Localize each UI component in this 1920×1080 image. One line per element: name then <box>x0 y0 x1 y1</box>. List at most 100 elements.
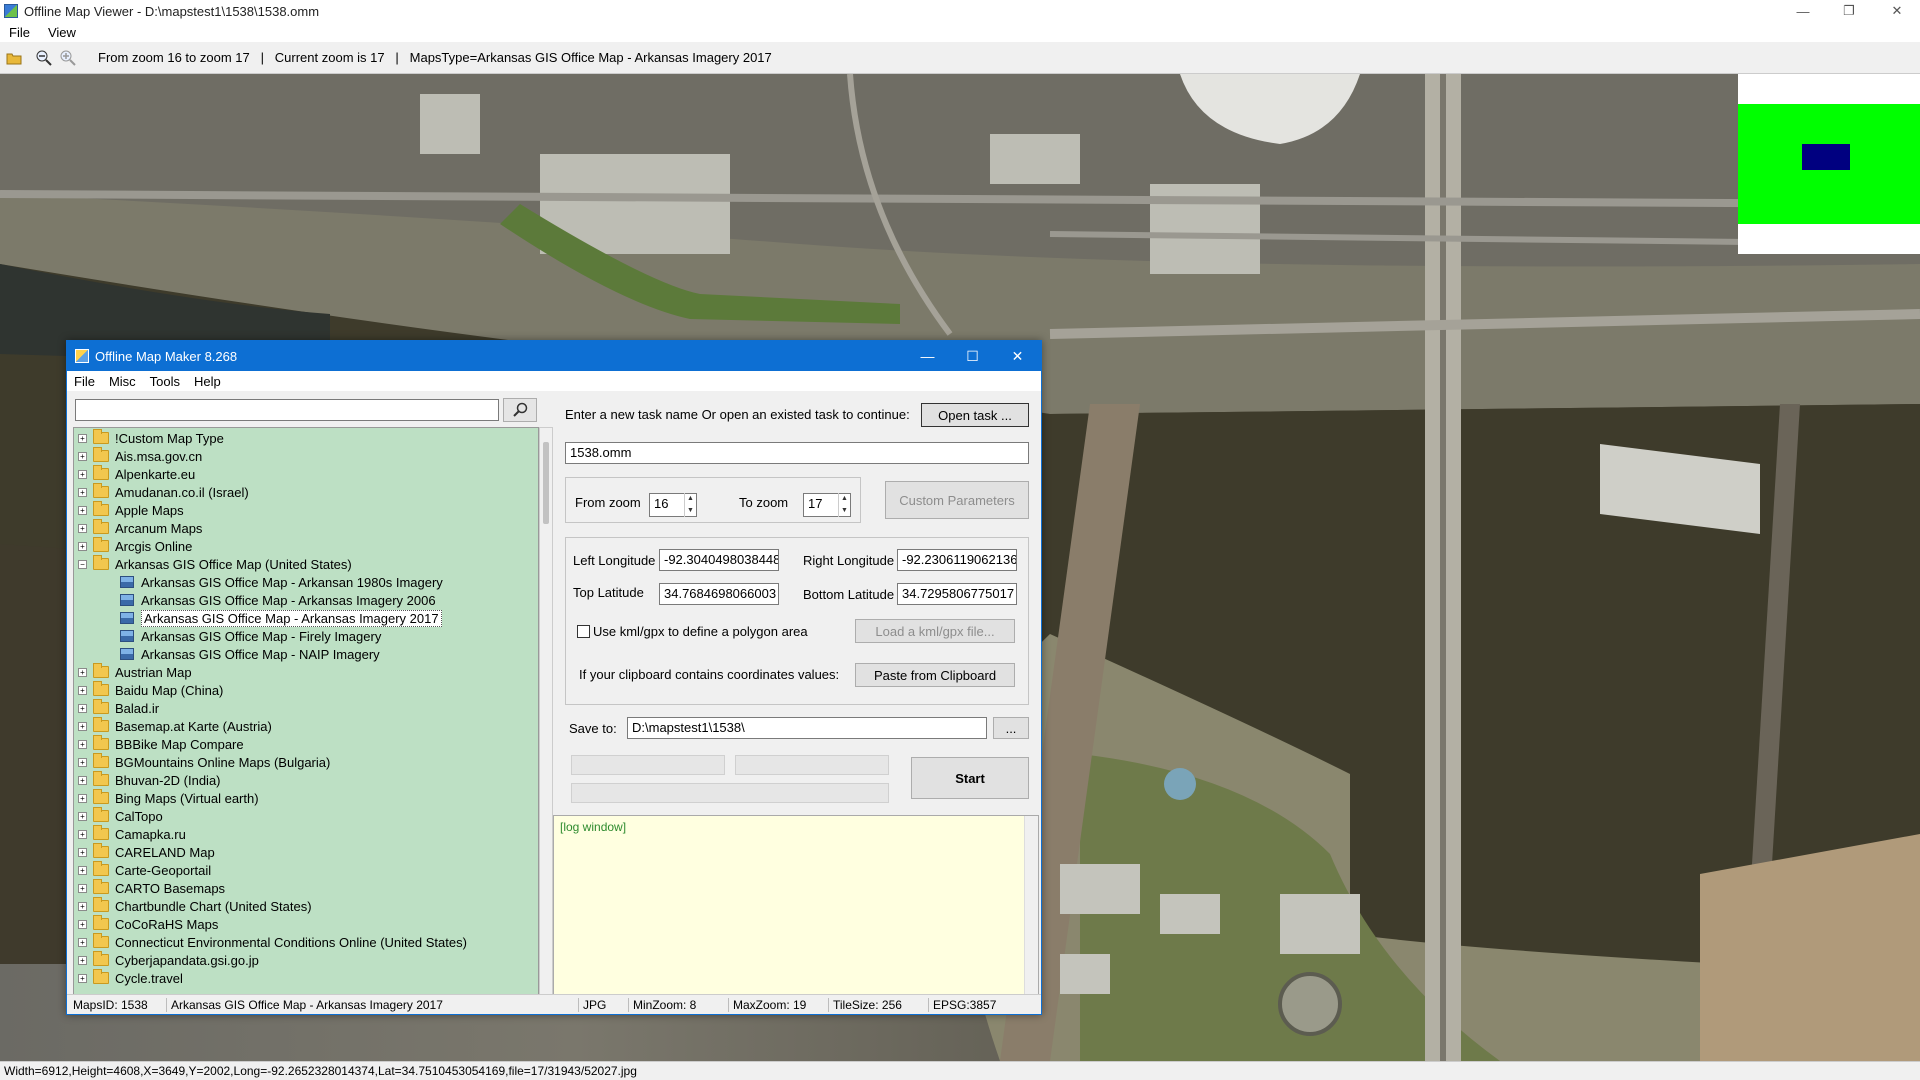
expand-icon[interactable]: + <box>78 487 87 497</box>
expand-icon[interactable]: + <box>78 505 87 515</box>
tree-folder-item[interactable]: + BBBike Map Compare <box>74 735 244 753</box>
expand-icon[interactable]: + <box>78 847 87 857</box>
top-latitude-input[interactable]: 34.7684698066003 <box>659 583 779 605</box>
expand-icon[interactable]: + <box>78 739 87 749</box>
tree-child-item[interactable]: Arkansas GIS Office Map - Arkansas Image… <box>120 591 436 609</box>
expand-icon[interactable]: + <box>78 883 87 893</box>
tree-folder-item[interactable]: + CalTopo <box>74 807 163 825</box>
tree-folder-item[interactable]: + CARTO Basemaps <box>74 879 225 897</box>
tree-folder-item[interactable]: + Connecticut Environmental Conditions On… <box>74 933 467 951</box>
expand-icon[interactable]: + <box>78 469 87 479</box>
dialog-menu-misc[interactable]: Misc <box>102 374 143 389</box>
dialog-close-button[interactable]: ✕ <box>995 341 1040 371</box>
tree-folder-item[interactable]: + Austrian Map <box>74 663 192 681</box>
tree-item-label: CoCoRaHS Maps <box>115 916 219 932</box>
minimize-button[interactable]: — <box>1780 0 1826 22</box>
menu-file[interactable]: File <box>0 25 39 40</box>
log-window[interactable]: [log window] <box>553 815 1039 1005</box>
search-button[interactable] <box>503 398 537 422</box>
collapse-icon[interactable]: − <box>78 559 87 569</box>
expand-icon[interactable]: + <box>78 901 87 911</box>
expand-icon[interactable]: + <box>78 973 87 983</box>
tree-folder-item[interactable]: + BGMountains Online Maps (Bulgaria) <box>74 753 330 771</box>
tree-folder-item[interactable]: + Alpenkarte.eu <box>74 465 195 483</box>
expand-icon[interactable]: + <box>78 703 87 713</box>
paste-clipboard-button[interactable]: Paste from Clipboard <box>855 663 1015 687</box>
custom-parameters-button[interactable]: Custom Parameters <box>885 481 1029 519</box>
tree-child-item[interactable]: Arkansas GIS Office Map - Firely Imagery <box>120 627 381 645</box>
log-scrollbar[interactable] <box>1024 816 1038 1004</box>
expand-icon[interactable]: + <box>78 775 87 785</box>
kml-checkbox[interactable] <box>577 625 590 638</box>
kml-label: Use kml/gpx to define a polygon area <box>593 624 808 639</box>
tree-folder-item[interactable]: + Basemap.at Karte (Austria) <box>74 717 272 735</box>
tree-folder-item[interactable]: + Cycle.travel <box>74 969 183 987</box>
expand-icon[interactable]: + <box>78 541 87 551</box>
expand-icon[interactable]: + <box>78 829 87 839</box>
tree-folder-item[interactable]: + Arcgis Online <box>74 537 192 555</box>
expand-icon[interactable]: + <box>78 793 87 803</box>
task-name-input[interactable]: 1538.omm <box>565 442 1029 464</box>
tree-scroll-thumb[interactable] <box>543 442 549 524</box>
tree-folder-item[interactable]: + Chartbundle Chart (United States) <box>74 897 312 915</box>
dialog-minimize-button[interactable]: — <box>905 341 950 371</box>
from-zoom-stepper[interactable]: ▲ ▼ <box>684 493 696 517</box>
tree-folder-item[interactable]: + Amudanan.co.il (Israel) <box>74 483 249 501</box>
expand-icon[interactable]: + <box>78 811 87 821</box>
to-zoom-stepper[interactable]: ▲ ▼ <box>838 493 850 517</box>
expand-icon[interactable]: + <box>78 433 87 443</box>
tree-child-item[interactable]: Arkansas GIS Office Map - Arkansan 1980s… <box>120 573 443 591</box>
tree-folder-item[interactable]: + CoCoRaHS Maps <box>74 915 218 933</box>
dialog-menu-file[interactable]: File <box>67 374 102 389</box>
search-input[interactable] <box>75 399 499 421</box>
tree-folder-item[interactable]: + Cyberjapandata.gsi.go.jp <box>74 951 259 969</box>
overview-viewport[interactable] <box>1802 144 1850 170</box>
tree-folder-item[interactable]: + Carte-Geoportail <box>74 861 211 879</box>
dialog-menu-tools[interactable]: Tools <box>143 374 187 389</box>
close-button[interactable]: ✕ <box>1874 0 1920 22</box>
tree-folder-item[interactable]: + Arcanum Maps <box>74 519 202 537</box>
overview-minimap[interactable] <box>1738 74 1920 254</box>
tree-folder-item[interactable]: + Apple Maps <box>74 501 184 519</box>
tree-folder-item[interactable]: − Arkansas GIS Office Map (United States) <box>74 555 352 573</box>
tree-folder-item[interactable]: + !Custom Map Type <box>74 429 224 447</box>
expand-icon[interactable]: + <box>78 919 87 929</box>
start-button[interactable]: Start <box>911 757 1029 799</box>
load-kml-button[interactable]: Load a kml/gpx file... <box>855 619 1015 643</box>
left-longitude-input[interactable]: -92.3040498038448 <box>659 549 779 571</box>
tree-scrollbar[interactable] <box>539 427 553 995</box>
tree-folder-item[interactable]: + Balad.ir <box>74 699 159 717</box>
tree-folder-item[interactable]: + Baidu Map (China) <box>74 681 223 699</box>
tree-child-item[interactable]: Arkansas GIS Office Map - Arkansas Image… <box>120 609 442 627</box>
expand-icon[interactable]: + <box>78 667 87 677</box>
zoom-in-icon[interactable] <box>58 48 78 68</box>
tree-child-item[interactable]: Arkansas GIS Office Map - NAIP Imagery <box>120 645 380 663</box>
restore-button[interactable]: ❐ <box>1826 0 1872 22</box>
tree-folder-item[interactable]: + Bhuvan-2D (India) <box>74 771 221 789</box>
tree-item-label: Arkansas GIS Office Map - Arkansan 1980s… <box>141 574 443 590</box>
tree-folder-item[interactable]: + Bing Maps (Virtual earth) <box>74 789 259 807</box>
map-type-tree[interactable]: + !Custom Map Type + Ais.msa.gov.cn + Alpenka… <box>73 427 539 995</box>
expand-icon[interactable]: + <box>78 865 87 875</box>
bottom-latitude-input[interactable]: 34.7295806775017 <box>897 583 1017 605</box>
tree-folder-item[interactable]: + CARELAND Map <box>74 843 215 861</box>
zoom-out-icon[interactable] <box>34 48 54 68</box>
save-to-input[interactable]: D:\mapstest1\1538\ <box>627 717 987 739</box>
tree-folder-item[interactable]: + Camapka.ru <box>74 825 186 843</box>
expand-icon[interactable]: + <box>78 937 87 947</box>
dialog-maximize-button[interactable]: ☐ <box>950 341 995 371</box>
open-task-button[interactable]: Open task ... <box>921 403 1029 427</box>
tree-item-label: Baidu Map (China) <box>115 682 224 698</box>
expand-icon[interactable]: + <box>78 451 87 461</box>
expand-icon[interactable]: + <box>78 721 87 731</box>
expand-icon[interactable]: + <box>78 955 87 965</box>
tree-folder-item[interactable]: + Ais.msa.gov.cn <box>74 447 202 465</box>
right-longitude-input[interactable]: -92.2306119062136 <box>897 549 1017 571</box>
browse-button[interactable]: ... <box>993 717 1029 739</box>
dialog-menu-help[interactable]: Help <box>187 374 228 389</box>
expand-icon[interactable]: + <box>78 523 87 533</box>
expand-icon[interactable]: + <box>78 757 87 767</box>
menu-view[interactable]: View <box>39 25 85 40</box>
open-folder-icon[interactable] <box>4 48 24 68</box>
expand-icon[interactable]: + <box>78 685 87 695</box>
